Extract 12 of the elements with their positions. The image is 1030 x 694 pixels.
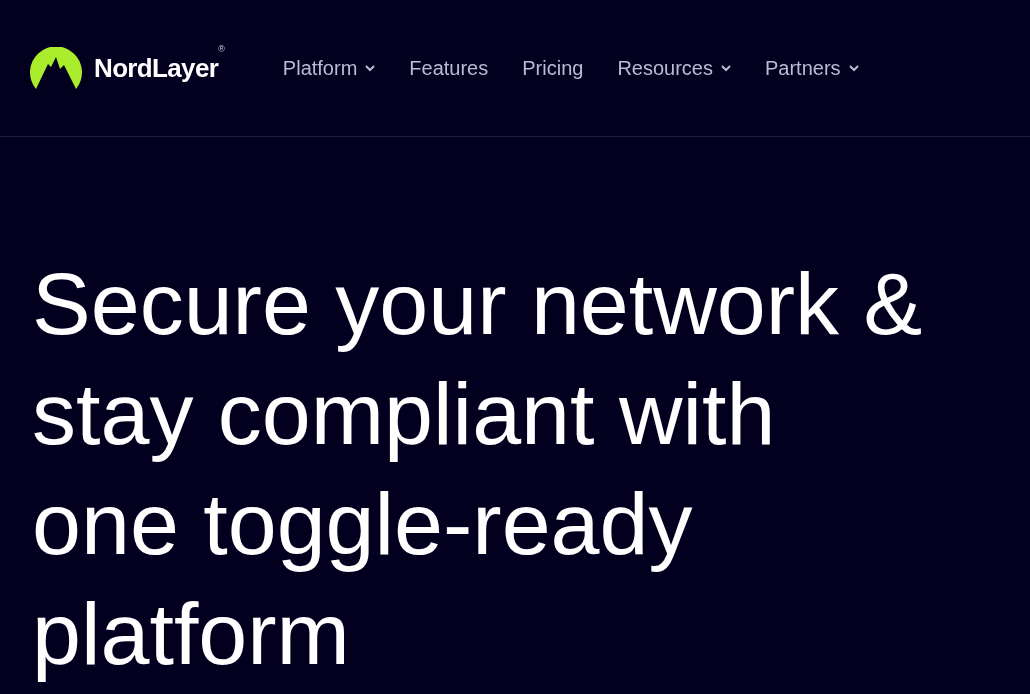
nav-link[interactable]: Pricing <box>522 53 584 83</box>
nav-link[interactable]: Platform <box>282 53 376 83</box>
chevron-down-icon <box>721 64 731 72</box>
mountain-logo-icon[interactable] <box>30 47 82 89</box>
nav-link[interactable]: Features <box>409 53 489 83</box>
nav-link[interactable]: Resources <box>617 53 731 83</box>
chevron-down-icon <box>848 64 859 72</box>
nav-link[interactable]: Partners <box>765 53 859 83</box>
registered-mark: ® <box>218 43 225 56</box>
logo-wordmark[interactable]: NordLayer <box>94 48 219 88</box>
chevron-down-icon <box>365 64 376 72</box>
hero-headline: Secure your network & stay compliant with one toggle-ready platform <box>31 253 924 685</box>
